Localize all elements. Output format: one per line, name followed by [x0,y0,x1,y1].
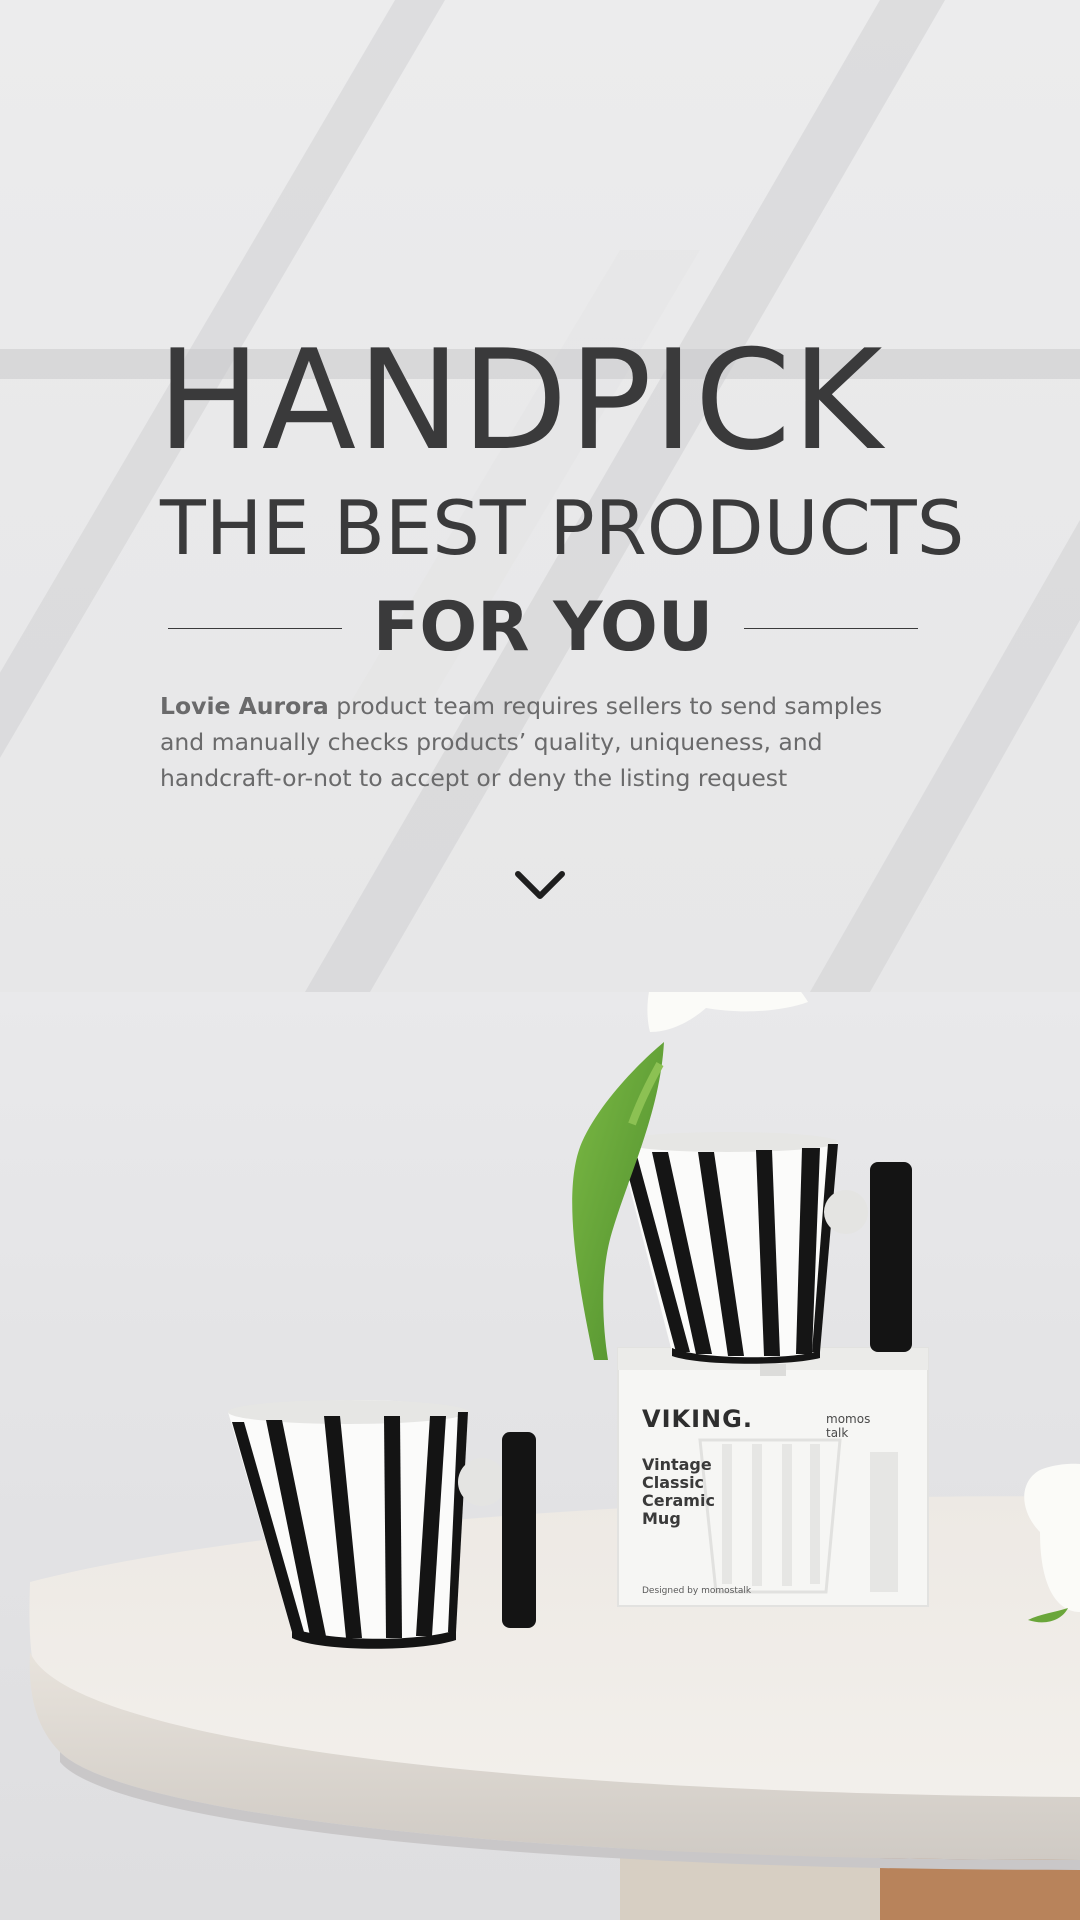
landing-page: VIKING. momos talk Vintage Classic Ceram… [0,0,1080,1920]
divider-right [744,628,918,629]
box-line: Vintage [642,1455,712,1474]
box-brand-small-2: talk [826,1426,849,1440]
brand-name: Lovie Aurora [160,692,329,720]
box-brand-small-1: momos [826,1412,871,1426]
box-footer: Designed by momostalk [642,1586,752,1596]
chevron-down-icon [515,871,565,899]
headline-best-products: THE BEST PRODUCTS [160,484,965,572]
scroll-down-button[interactable] [514,868,566,904]
box-description: Vintage Classic Ceramic Mug [642,1456,715,1528]
box-line: Classic [642,1473,705,1492]
description: Lovie Aurora product team requires selle… [160,688,920,796]
headline-for-you-row: FOR YOU [168,588,918,668]
product-photo: VIKING. momos talk Vintage Classic Ceram… [0,992,1080,1920]
headline-handpick: HANDPICK [157,320,884,481]
box-brand: VIKING. [642,1405,753,1433]
product-scene [29,992,1080,1920]
box-line: Mug [642,1509,681,1528]
box-line: Ceramic [642,1491,715,1510]
